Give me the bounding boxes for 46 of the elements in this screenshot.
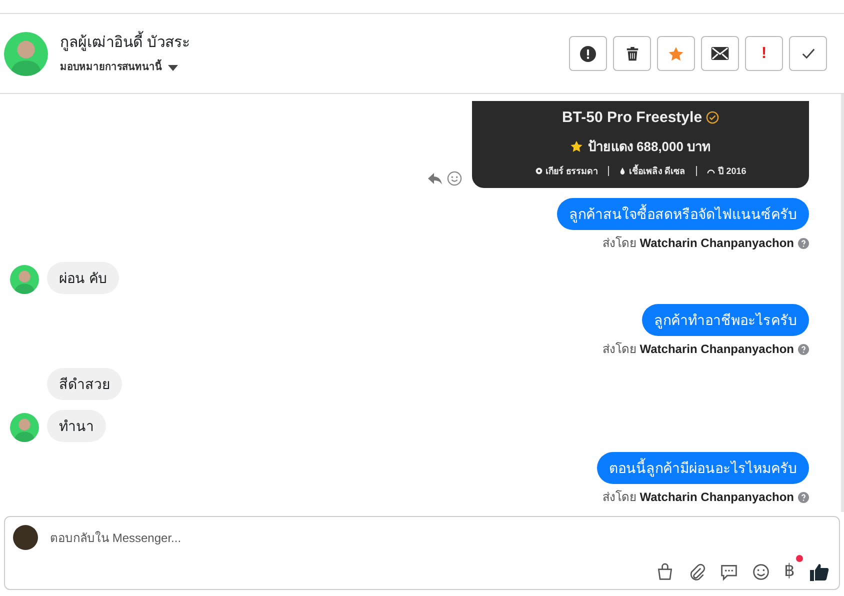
attach-icon[interactable] (688, 563, 706, 581)
contact-name: กูลผู้เฒ่าอินดี้ บัวสระ (60, 32, 190, 54)
star-button[interactable] (657, 36, 695, 71)
card-title: BT-50 Pro Freestyle (562, 108, 702, 128)
important-button[interactable]: ! (745, 36, 783, 71)
reply-field[interactable]: ตอบกลับใน Messenger... (50, 528, 831, 546)
emoji-icon[interactable] (752, 563, 770, 581)
reply-icon[interactable] (427, 172, 443, 186)
card-spec: เชื้อเพลิง ดีเซล (629, 164, 686, 178)
thumbs-up-icon[interactable] (809, 562, 829, 582)
alert-icon (580, 46, 596, 62)
delete-button[interactable] (613, 36, 651, 71)
report-button[interactable] (569, 36, 607, 71)
mail-button[interactable] (701, 36, 739, 71)
chat-icon[interactable] (720, 563, 738, 581)
payment-button[interactable]: ฿ (784, 562, 795, 579)
mail-icon (711, 47, 729, 60)
check-icon (800, 46, 816, 61)
react-icon[interactable] (447, 171, 462, 186)
sender-label: ส่งโดย Watcharin Chanpanyachon (602, 235, 794, 252)
trash-icon (624, 46, 640, 62)
contact-avatar (4, 32, 48, 76)
received-message: สีดำสวย (47, 368, 122, 400)
help-icon (798, 492, 809, 502)
help-icon (798, 238, 809, 248)
sent-message: ลูกค้าทำอาชีพอะไรครับ (642, 304, 809, 336)
page-avatar (13, 525, 38, 550)
sender-label: ส่งโดย Watcharin Chanpanyachon (602, 341, 794, 358)
caret-icon (168, 64, 178, 71)
help-icon (798, 344, 809, 354)
gear-icon (534, 167, 543, 176)
bag-icon[interactable] (656, 563, 674, 581)
sent-message: ตอนนี้ลูกค้ามีผ่อนอะไรไหมครับ (597, 452, 809, 484)
card-price: ป้ายแดง 688,000 บาท (588, 138, 712, 156)
card-spec: ปี 2016 (718, 164, 746, 178)
card-spec: เกียร์ ธรรมดา (546, 164, 598, 178)
gauge-icon (706, 167, 715, 176)
drop-icon (619, 167, 626, 176)
received-message: ผ่อน คับ (47, 262, 119, 294)
verified-icon (706, 111, 720, 124)
received-message: ทำนา (47, 410, 106, 442)
star-icon (570, 140, 583, 154)
sent-message: ลูกค้าสนใจซื้อสดหรือจัดไฟแนนซ์ครับ (557, 198, 809, 230)
star-icon (668, 46, 684, 62)
sender-label: ส่งโดย Watcharin Chanpanyachon (602, 489, 794, 506)
assign-dropdown[interactable]: มอบหมายการสนทนานี้ (60, 60, 190, 76)
